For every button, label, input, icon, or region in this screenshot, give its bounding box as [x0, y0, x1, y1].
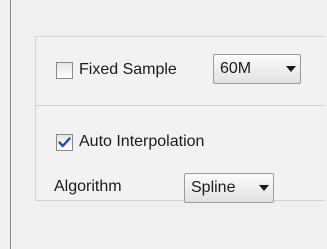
auto-interpolation-checkbox[interactable] [56, 133, 73, 151]
algorithm-row: Algorithm [54, 178, 122, 196]
check-icon [58, 136, 71, 147]
auto-interpolation-row: Auto Interpolation [56, 133, 204, 151]
algorithm-value: Spline [191, 179, 236, 196]
window-edge-line [10, 0, 11, 249]
auto-interpolation-label: Auto Interpolation [79, 133, 205, 150]
chevron-down-icon [282, 66, 300, 72]
chevron-down-icon [255, 185, 273, 191]
fixed-sample-checkbox[interactable] [56, 61, 73, 79]
section-divider [36, 105, 325, 106]
fixed-sample-row: Fixed Sample [56, 61, 177, 79]
algorithm-label: Algorithm [54, 178, 122, 195]
fixed-sample-label: Fixed Sample [79, 61, 177, 78]
algorithm-select[interactable]: Spline [184, 173, 274, 203]
sample-rate-select[interactable]: 60M [213, 54, 301, 84]
sampling-settings-panel: Fixed Sample 60M Auto Interpolation Algo… [35, 36, 325, 203]
sample-rate-value: 60M [220, 60, 252, 77]
